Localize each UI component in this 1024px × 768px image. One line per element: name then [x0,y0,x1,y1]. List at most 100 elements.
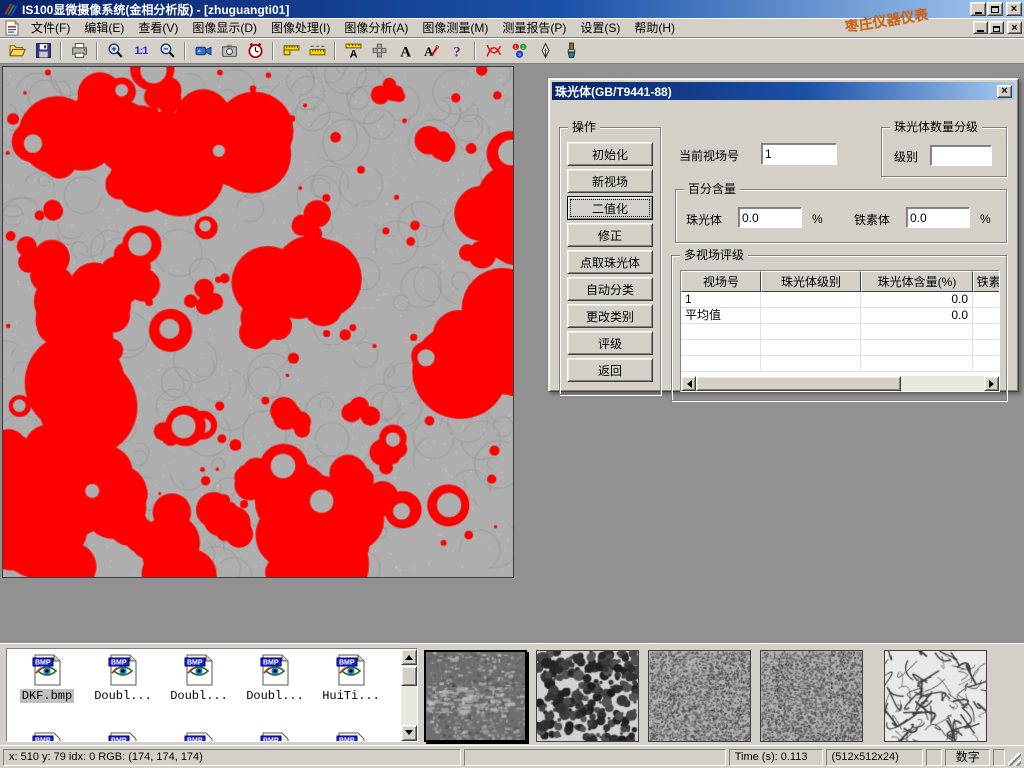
save-floppy-icon [35,42,52,59]
menu-settings[interactable]: 设置(S) [573,17,627,38]
ferrite-percent-input[interactable] [906,207,970,228]
video-camera-icon [195,42,212,59]
file-item[interactable]: BMP [9,731,85,742]
init-button[interactable]: 初始化 [567,142,653,166]
return-button[interactable]: 返回 [567,358,653,382]
cell-ferrite [973,308,1000,323]
table-row[interactable]: 平均值 0.0 [681,308,999,324]
zoom-out-button[interactable] [154,40,180,62]
actual-size-button[interactable]: 1:1 [128,40,154,62]
minimize-button[interactable] [970,2,986,16]
binarize-button[interactable]: 二值化 [567,196,653,220]
ruler-button[interactable] [304,40,330,62]
col-pearlite-grade[interactable]: 珠光体级别 [761,271,861,292]
current-field-label: 当前视场号 [679,147,739,164]
rate-button[interactable]: 评级 [567,331,653,355]
zoom-in-button[interactable] [102,40,128,62]
menu-file[interactable]: 文件(F) [24,17,77,38]
scroll-left-button[interactable] [681,376,696,391]
col-pearlite-content[interactable]: 珠光体含量(%) [861,271,973,292]
mdi-close-button[interactable]: × [1007,21,1022,34]
file-item[interactable]: BMP [85,731,161,742]
scroll-right-button[interactable] [984,376,999,391]
pen-tool-button[interactable] [532,40,558,62]
menu-image-analysis[interactable]: 图像分析(A) [337,17,415,38]
file-item[interactable]: BMP Doubl... [161,653,237,703]
file-item[interactable]: BMP Doubl... [237,653,313,703]
scroll-down-button[interactable] [401,725,417,741]
actual-size-label: 1:1 [135,45,148,57]
auto-classify-button[interactable]: 自动分类 [567,277,653,301]
print-button[interactable] [66,40,92,62]
file-item[interactable]: BMP Doubl... [85,653,161,703]
file-item[interactable]: BMP [313,731,389,742]
timer-button[interactable] [242,40,268,62]
horizontal-scroll-thumb[interactable] [696,376,901,391]
save-button[interactable] [30,40,56,62]
text-annotation-button[interactable]: A [392,40,418,62]
menu-edit[interactable]: 编辑(E) [77,17,131,38]
menu-image-processing[interactable]: 图像处理(I) [264,17,337,38]
current-field-input[interactable] [761,143,837,165]
caliper-measure-button[interactable] [278,40,304,62]
table-empty-row [681,356,999,372]
help-button[interactable]: ? [444,40,470,62]
brush-tool-button[interactable] [558,40,584,62]
table-row[interactable]: 1 0.0 [681,292,999,308]
maximize-button[interactable] [987,2,1003,16]
menu-image-display[interactable]: 图像显示(D) [185,17,264,38]
close-button[interactable]: × [1006,2,1022,16]
bmp-file-icon: BMP [334,653,368,687]
correct-button[interactable]: 修正 [567,223,653,247]
file-item[interactable]: BMP DKF.bmp [9,653,85,703]
menu-measure-report[interactable]: 测量报告(P) [495,17,573,38]
app-logo-icon [3,2,19,17]
ferrite-percent-unit: % [980,212,991,226]
curve-tool-button[interactable] [480,40,506,62]
col-ferrite-content[interactable]: 铁素体含量(%) [973,271,1000,292]
snapshot-button[interactable] [216,40,242,62]
text-edit-icon: A [423,42,440,59]
thumbnail-2[interactable] [536,650,639,742]
thumbnail-1[interactable] [424,650,527,742]
menu-image-measure[interactable]: 图像测量(M) [415,17,495,38]
grade-level-label: 级别 [894,148,918,165]
open-button[interactable] [4,40,30,62]
pearlite-percent-input[interactable] [738,207,802,228]
thumbnail-5[interactable] [884,650,987,742]
scroll-up-button[interactable] [401,649,417,665]
svg-text:BMP: BMP [339,738,355,743]
micrograph-image[interactable] [2,66,514,578]
new-field-button[interactable]: 新视场 [567,169,653,193]
col-field-no[interactable]: 视场号 [681,271,761,292]
measure-label-button[interactable]: A [340,40,366,62]
svg-text:BMP: BMP [35,660,51,667]
grade-level-input[interactable] [930,145,992,166]
operations-group: 操作 初始化 新视场 二值化 修正 点取珠光体 自动分类 更改类别 评级 返回 [559,127,661,395]
mdi-restore-button[interactable] [989,21,1004,34]
ruler-icon [309,42,326,59]
classify-button[interactable]: 1 2 3 [506,40,532,62]
text-edit-button[interactable]: A [418,40,444,62]
vertical-scroll-thumb[interactable] [401,666,417,686]
menu-view[interactable]: 查看(V) [131,17,185,38]
status-image-size: (512x512x24) [826,749,924,766]
grid-tool-button[interactable] [366,40,392,62]
thumbnail-3[interactable] [648,650,751,742]
file-item[interactable]: BMP HuiTi... [313,653,389,703]
file-item[interactable]: BMP [161,731,237,742]
svg-text:BMP: BMP [187,738,203,743]
mdi-minimize-button[interactable] [973,21,988,34]
toolbar-separator [272,42,274,60]
dialog-close-button[interactable]: × [997,85,1012,98]
video-capture-button[interactable] [190,40,216,62]
file-name: Doubl... [92,689,154,703]
pick-pearlite-button[interactable]: 点取珠光体 [567,250,653,274]
resize-grip[interactable] [1008,753,1021,766]
thumbnail-4[interactable] [760,650,863,742]
multi-field-group-label: 多视场评级 [680,248,748,262]
svg-text:BMP: BMP [111,660,127,667]
file-item[interactable]: BMP [237,731,313,742]
change-class-button[interactable]: 更改类别 [567,304,653,328]
menu-help[interactable]: 帮助(H) [627,17,682,38]
